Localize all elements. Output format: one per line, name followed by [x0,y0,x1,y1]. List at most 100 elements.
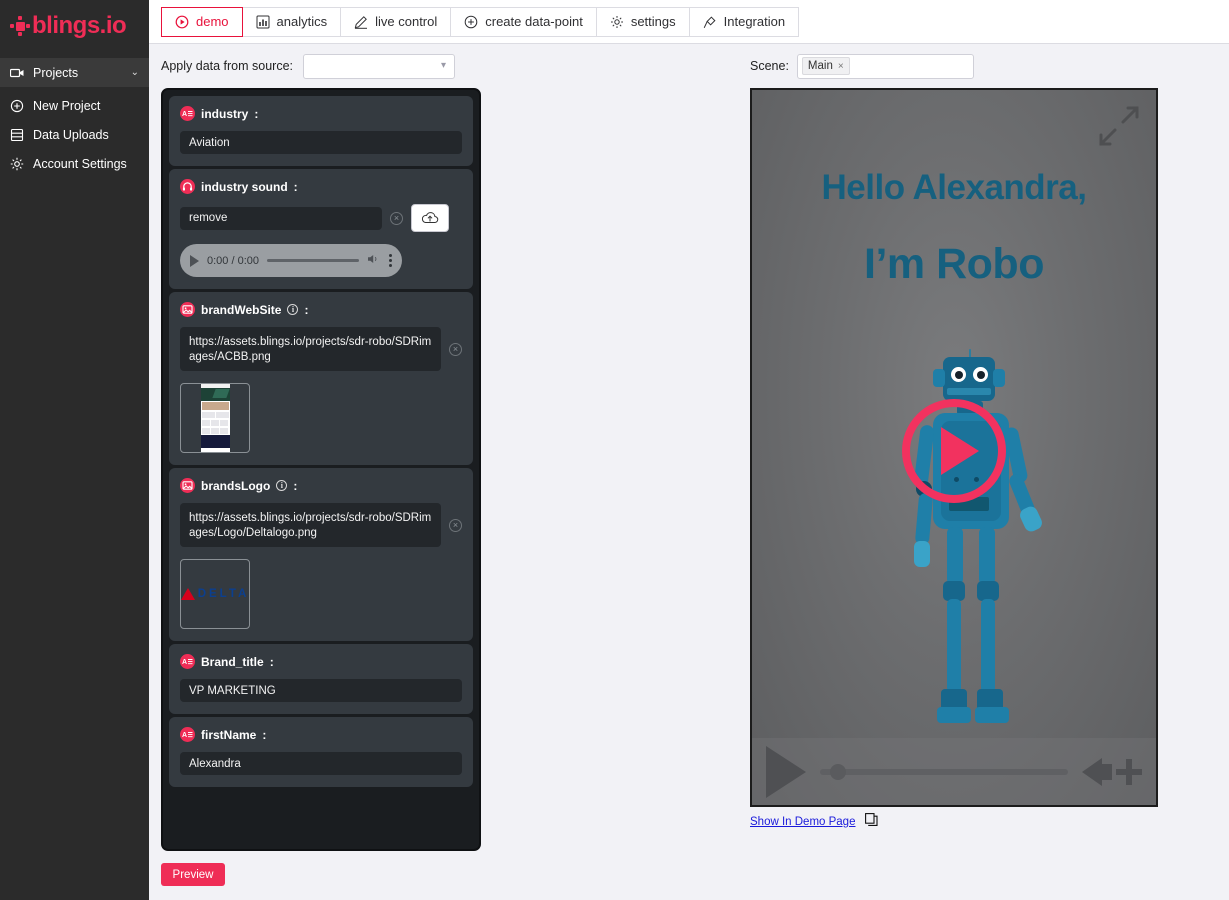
field-label: firstName [201,727,257,742]
audio-player[interactable]: 0:00 / 0:00 [180,244,402,277]
sidebar-item-account-settings[interactable]: Account Settings [0,149,149,178]
brandslogo-thumbnail[interactable]: DELTA [180,559,250,629]
field-header: A Brand_title : [180,654,462,669]
delta-logo-thumbnail: DELTA [181,588,250,600]
tab-settings[interactable]: settings [596,6,690,37]
video-headline-2: I’m Robo [864,240,1044,288]
field-header: brandWebSite i : [180,302,462,317]
scene-row: Scene: Main × [750,44,1170,88]
data-point-form-panel[interactable]: A industry : industry s [161,88,481,851]
sidebar-nav: Projects ⌄ New Project Data Uploads Acco… [0,58,149,178]
brand-title-input[interactable] [180,679,462,702]
volume-icon[interactable] [367,252,381,270]
video-preview[interactable]: Hello Alexandra, I’m Robo [750,88,1158,807]
gear-icon [610,15,623,28]
show-in-demo-page-link[interactable]: Show In Demo Page [750,816,855,828]
scene-chip[interactable]: Main × [801,57,850,75]
plus-circle-icon [10,99,24,113]
tab-create-data-point[interactable]: create data-point [451,6,597,37]
play-button-overlay[interactable] [902,399,1006,503]
industry-input[interactable] [180,131,462,154]
field-colon: : [262,727,267,742]
video-volume-control[interactable] [1082,757,1142,786]
tab-bar: demo analytics live control create data-… [149,0,1229,44]
tab-live-control[interactable]: live control [341,6,452,37]
field-header: A industry : [180,106,462,121]
sidebar-item-data-uploads[interactable]: Data Uploads [0,120,149,149]
tab-integration[interactable]: Integration [689,6,800,37]
field-label: Brand_title [201,654,264,669]
text-field-icon: A [180,106,195,121]
audio-play-icon[interactable] [190,254,199,267]
audio-progress-bar[interactable] [267,259,359,262]
scene-chip-label: Main [807,60,833,72]
tab-demo[interactable]: demo [161,6,243,37]
tab-label: settings [630,14,676,29]
play-circle-icon [175,15,189,28]
close-icon[interactable]: × [838,61,844,72]
field-colon: : [304,302,309,317]
field-header: brandsLogo i : [180,478,462,493]
pencil-icon [354,15,368,29]
field-colon: : [293,478,298,493]
gear-icon [10,157,24,171]
source-select[interactable]: ▾ [303,53,456,79]
field-industry: A industry : [169,96,473,166]
text-field-icon: A [180,727,195,742]
content-area: A industry : industry s [149,53,1229,900]
sidebar-item-new-project[interactable]: New Project [0,91,149,120]
tab-label: live control [375,14,438,29]
plug-icon [703,15,716,28]
image-icon [180,478,195,493]
sidebar-item-label: Account Settings [33,156,127,171]
info-icon[interactable]: i [287,304,299,315]
info-icon[interactable]: i [276,480,288,491]
form-column: A industry : industry s [161,88,483,900]
clear-icon[interactable]: × [449,342,462,356]
expand-icon[interactable] [1097,104,1141,153]
tab-label: analytics [276,14,328,29]
video-seek-bar[interactable] [820,763,1068,780]
list-icon [10,128,24,142]
audio-more-icon[interactable] [389,254,392,267]
brandslogo-input[interactable]: https://assets.blings.io/projects/sdr-ro… [180,503,441,547]
sidebar-item-label: Projects [33,65,79,80]
preview-button[interactable]: Preview [161,863,225,886]
brandwebsite-input[interactable]: https://assets.blings.io/projects/sdr-ro… [180,327,441,371]
video-play-button[interactable] [766,745,806,798]
tab-analytics[interactable]: analytics [242,6,342,37]
sidebar-item-label: Data Uploads [33,127,109,142]
logo-text: blings.io [32,12,127,39]
field-label: industry sound [201,179,288,194]
brandwebsite-thumbnail[interactable] [180,383,250,453]
copy-icon[interactable] [865,813,879,831]
field-brandslogo: brandsLogo i : https://assets.blings.io/… [169,468,473,641]
svg-text:A: A [182,659,187,666]
delta-wordmark: DELTA [197,588,250,600]
sidebar-item-projects[interactable]: Projects ⌄ [0,58,149,87]
clear-icon[interactable]: × [449,518,462,532]
video-camera-icon [10,66,24,80]
firstname-input[interactable] [180,752,462,775]
svg-text:A: A [182,732,187,739]
tab-label: demo [196,14,229,29]
website-screenshot-thumbnail [200,384,230,452]
image-input-row: https://assets.blings.io/projects/sdr-ro… [180,503,462,547]
industry-sound-input[interactable] [180,206,382,230]
video-seek-knob[interactable] [830,763,846,780]
headphones-icon [180,179,195,194]
field-brand-title: A Brand_title : [169,644,473,714]
chevron-down-icon: ⌄ [130,67,139,78]
field-label: industry [201,106,249,121]
field-colon: : [254,106,259,121]
app-logo[interactable]: blings.io [0,0,149,52]
upload-button[interactable] [411,204,449,232]
app-root: blings.io Projects ⌄ New Project Data Up… [0,0,1229,900]
field-label: brandWebSite [201,302,282,317]
clear-icon[interactable]: × [390,211,403,225]
blings-logo-icon [10,16,30,36]
scene-select[interactable]: Main × [796,53,974,79]
sidebar-item-label: New Project [33,98,101,113]
bar-chart-icon [256,15,270,28]
speaker-icon [1082,757,1112,786]
